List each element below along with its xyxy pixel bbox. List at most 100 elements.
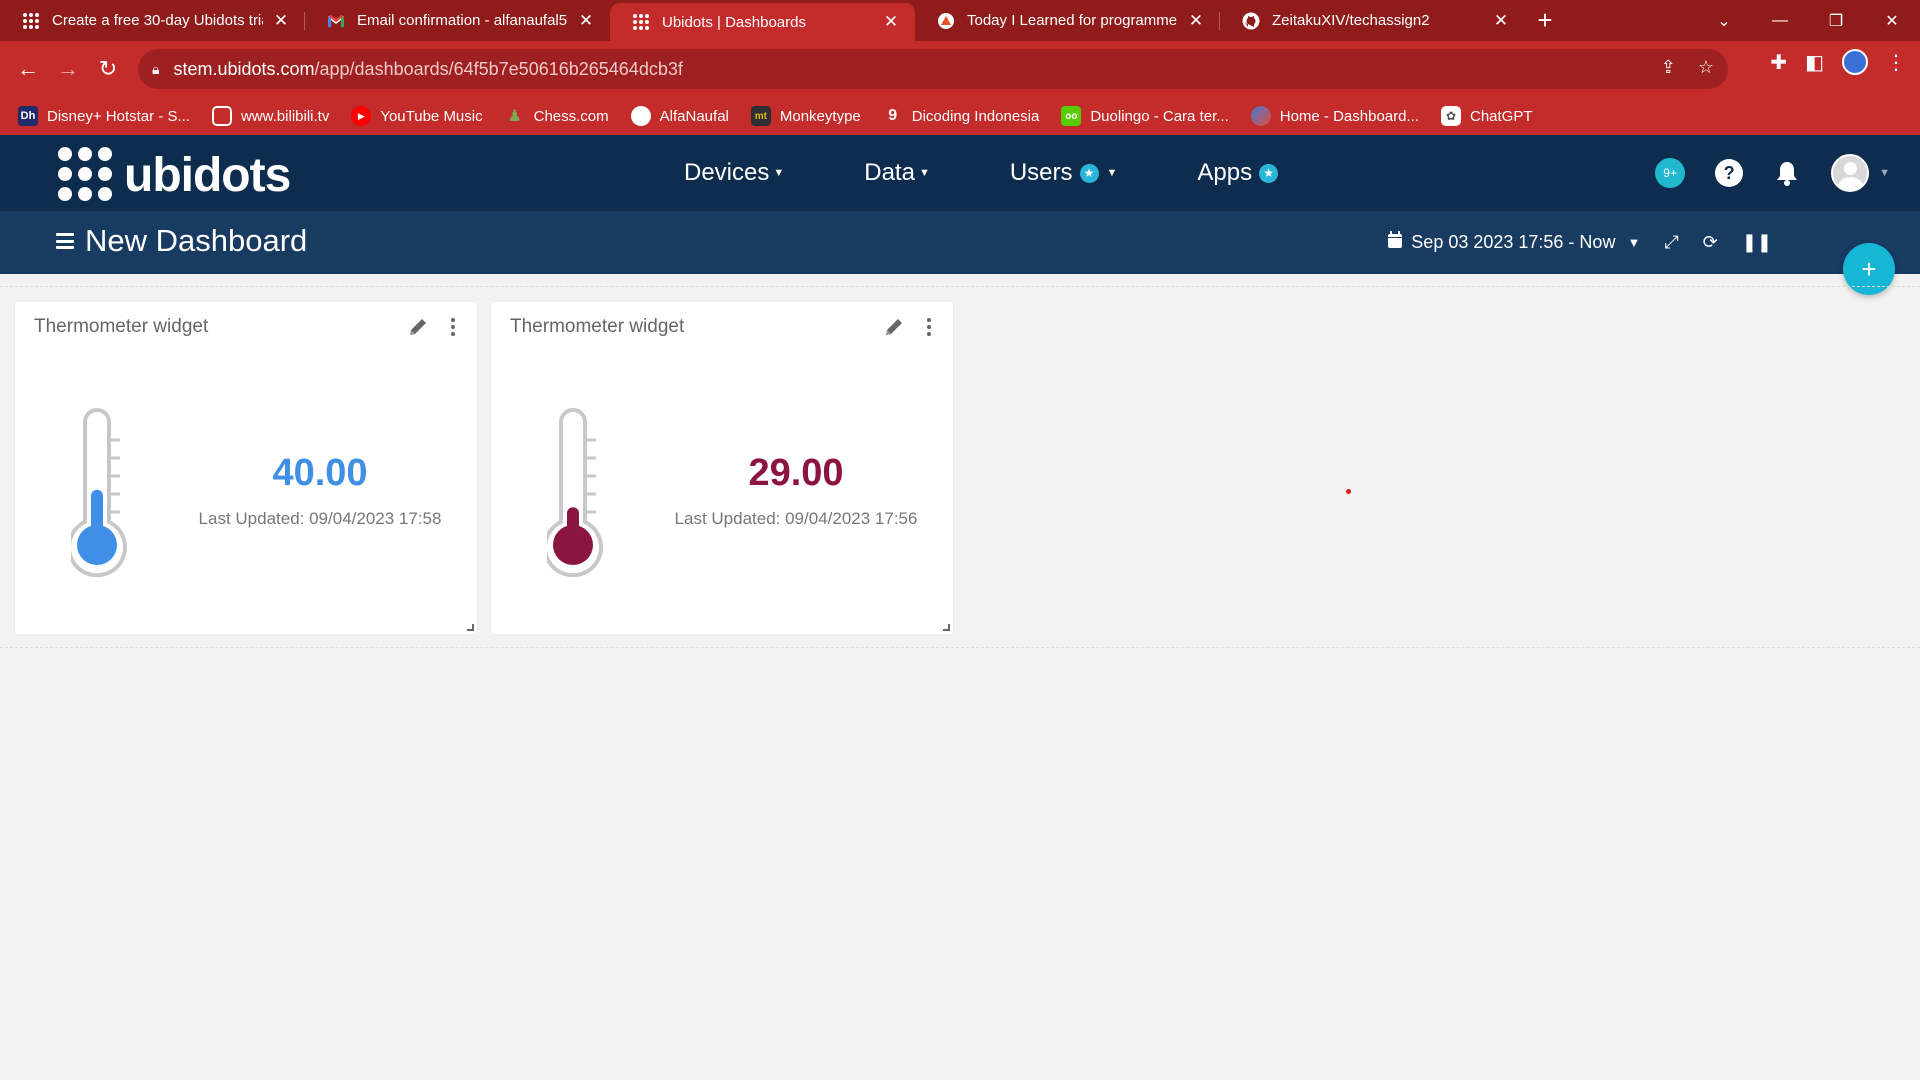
widget-value: 40.00 <box>272 452 368 494</box>
browser-tab[interactable]: ZeitakuXIV/techassign2 ✕ <box>1220 0 1525 41</box>
bookmark-item[interactable]: AlfaNaufal <box>630 106 729 126</box>
caret-down-icon: ▼ <box>1627 235 1641 250</box>
browser-tab[interactable]: Today I Learned for programmers ✕ <box>915 0 1220 41</box>
back-icon[interactable]: ← <box>8 49 48 89</box>
bookmark-item[interactable]: mt Monkeytype <box>750 106 861 126</box>
extensions-icon[interactable]: ✚ <box>1770 50 1787 75</box>
resize-handle[interactable] <box>467 624 474 631</box>
chatgpt-icon: ✿ <box>1440 106 1461 126</box>
dashboard-bar: New Dashboard Sep 03 2023 17:56 - Now ▼ … <box>0 211 1920 274</box>
github-icon <box>630 106 651 126</box>
dashboard-title[interactable]: New Dashboard <box>85 223 307 259</box>
caret-down-icon: ▼ <box>1106 167 1118 179</box>
bookmark-star-icon[interactable]: ☆ <box>1698 57 1714 78</box>
tab-title: ZeitakuXIV/techassign2 <box>1272 12 1430 29</box>
nav-data[interactable]: Data ▼ <box>864 159 930 187</box>
lock-icon: 🔒︎ <box>152 60 160 77</box>
pause-icon[interactable]: ❚❚ <box>1742 232 1772 253</box>
close-icon[interactable]: ✕ <box>1186 11 1206 31</box>
tab-title: Ubidots | Dashboards <box>662 13 806 31</box>
profile-icon[interactable] <box>1842 49 1868 75</box>
thermometer-icon <box>71 408 127 577</box>
bookmark-item[interactable]: ✿ ChatGPT <box>1440 106 1533 126</box>
ubidots-icon <box>22 12 40 30</box>
forward-icon[interactable]: → <box>48 49 88 89</box>
widget-title: Thermometer widget <box>510 316 685 337</box>
bookmarks-bar: Dh Disney+ Hotstar - S... www.bilibili.tv… <box>0 97 1920 135</box>
refresh-icon[interactable]: ⟳ <box>1703 232 1718 253</box>
thermometer-widget[interactable]: Thermometer widget 40.00 Last Updated: 0… <box>14 301 478 635</box>
bookmark-item[interactable]: Dh Disney+ Hotstar - S... <box>18 106 190 126</box>
caret-down-icon: ▼ <box>773 167 785 179</box>
bookmark-item[interactable]: Home - Dashboard... <box>1250 106 1419 126</box>
minimize-icon[interactable]: — <box>1752 0 1808 41</box>
dashboard-icon <box>1250 106 1271 126</box>
browser-menu-icon[interactable]: ⋮ <box>1886 50 1906 75</box>
calendar-icon <box>1387 231 1403 254</box>
cursor-dot <box>1346 489 1351 494</box>
avatar[interactable] <box>1831 154 1870 192</box>
close-icon[interactable]: ✕ <box>271 11 291 31</box>
url-host: stem.ubidots.com <box>173 58 315 79</box>
duolingo-icon: oo <box>1061 106 1082 126</box>
share-icon[interactable]: ⇪ <box>1661 57 1676 78</box>
thermometer-icon <box>547 408 603 577</box>
restore-icon[interactable]: ❐ <box>1808 0 1864 41</box>
window-close-icon[interactable]: ✕ <box>1864 0 1920 41</box>
thermometer-widget[interactable]: Thermometer widget 29.00 Last Updated: 0… <box>490 301 954 635</box>
logo-dots-icon <box>58 147 114 203</box>
resize-handle[interactable] <box>943 624 950 631</box>
caret-down-icon[interactable]: ▼ <box>1879 167 1890 179</box>
tab-search-icon[interactable]: ⌄ <box>1696 0 1752 41</box>
bookmark-item[interactable]: www.bilibili.tv <box>211 106 329 126</box>
browser-tab[interactable]: Email confirmation - alfanaufal59 ✕ <box>305 0 610 41</box>
pencil-icon[interactable] <box>407 316 429 338</box>
github-icon <box>1242 12 1260 30</box>
browser-tab-active[interactable]: Ubidots | Dashboards ✕ <box>610 3 915 41</box>
ubidots-logo[interactable]: ubidots <box>58 147 291 203</box>
dashboard-canvas: Thermometer widget 40.00 Last Updated: 0… <box>0 286 1920 648</box>
browser-tab[interactable]: Create a free 30-day Ubidots trial ✕ <box>0 0 305 41</box>
close-icon[interactable]: ✕ <box>881 12 901 32</box>
url-path: /app/dashboards/64f5b7e50616b265464dcb3f <box>314 58 683 79</box>
tab-title: Today I Learned for programmers <box>967 12 1178 29</box>
main-nav: Devices ▼ Data ▼ Users ★ ▼ Apps ★ <box>684 135 1279 211</box>
app-header: ubidots Devices ▼ Data ▼ Users ★ ▼ Apps ★ 9+ … <box>0 135 1920 211</box>
bookmark-item[interactable]: ♟ Chess.com <box>505 106 608 126</box>
nav-users[interactable]: Users ★ ▼ <box>1010 159 1118 187</box>
widget-title: Thermometer widget <box>34 316 209 337</box>
pencil-icon[interactable] <box>883 316 905 338</box>
close-icon[interactable]: ✕ <box>1491 11 1511 31</box>
fullscreen-icon[interactable]: ⤢ <box>1664 232 1678 253</box>
more-options-icon[interactable] <box>927 318 933 336</box>
til-icon <box>937 12 955 30</box>
new-tab-button[interactable]: + <box>1525 0 1565 41</box>
address-bar[interactable]: 🔒︎ stem.ubidots.com/app/dashboards/64f5b… <box>138 49 1728 89</box>
youtube-music-icon: ▶ <box>351 106 372 126</box>
chess-icon: ♟ <box>507 108 522 125</box>
hotstar-icon: Dh <box>18 106 38 126</box>
caret-down-icon: ▼ <box>918 167 930 179</box>
bell-icon[interactable] <box>1773 159 1801 187</box>
widget-value: 29.00 <box>748 452 844 494</box>
nav-devices[interactable]: Devices ▼ <box>684 159 784 187</box>
date-range-picker[interactable]: Sep 03 2023 17:56 - Now ▼ <box>1387 231 1640 254</box>
help-icon[interactable]: ? <box>1715 159 1744 187</box>
dicoding-icon: 9 <box>888 107 898 124</box>
tab-title: Create a free 30-day Ubidots trial <box>52 12 263 29</box>
nav-apps[interactable]: Apps ★ <box>1197 159 1279 187</box>
date-range-label: Sep 03 2023 17:56 - Now <box>1411 232 1616 252</box>
bookmark-item[interactable]: 9 Dicoding Indonesia <box>883 106 1039 126</box>
logo-text: ubidots <box>124 148 291 202</box>
close-icon[interactable]: ✕ <box>576 11 596 31</box>
menu-icon[interactable] <box>56 233 74 249</box>
side-panel-icon[interactable]: ◧ <box>1805 50 1824 75</box>
last-updated: Last Updated: 09/04/2023 17:56 <box>674 509 918 528</box>
star-badge-icon: ★ <box>1079 163 1099 183</box>
bookmark-item[interactable]: oo Duolingo - Cara ter... <box>1061 106 1229 126</box>
updates-badge[interactable]: 9+ <box>1655 158 1686 188</box>
reload-icon[interactable]: ↻ <box>88 49 128 89</box>
bookmark-item[interactable]: ▶ YouTube Music <box>351 106 483 126</box>
ubidots-icon <box>632 13 650 31</box>
more-options-icon[interactable] <box>451 318 457 336</box>
